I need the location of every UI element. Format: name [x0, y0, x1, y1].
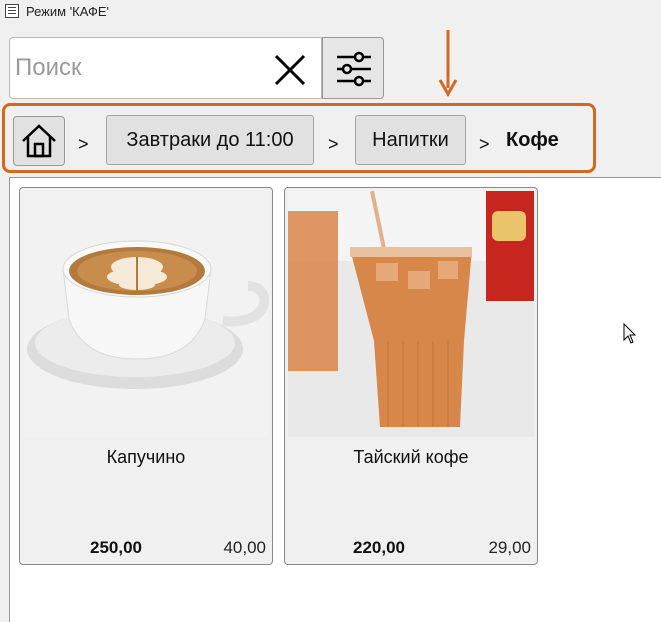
filter-button[interactable] [322, 37, 384, 99]
app-icon [5, 4, 19, 18]
search-input[interactable] [15, 48, 267, 88]
sliders-icon [337, 51, 371, 87]
product-price: 250,00 [90, 538, 142, 557]
breadcrumb-item-breakfasts[interactable]: Завтраки до 11:00 [106, 115, 314, 165]
breadcrumb-separator: > [479, 134, 490, 154]
home-button[interactable] [13, 116, 65, 166]
annotation-arrow [438, 30, 458, 98]
product-name: Капучино [106, 447, 186, 467]
product-card-cappuccino[interactable]: Капучино 250,00 40,00 [19, 187, 273, 565]
close-icon [274, 54, 306, 86]
cappuccino-image [23, 191, 269, 437]
mouse-cursor-icon [623, 323, 637, 344]
window-title: Режим 'КАФЕ' [26, 4, 110, 19]
product-card-thai-coffee[interactable]: Тайский кофе 220,00 29,00 [284, 187, 538, 565]
breadcrumb: > Завтраки до 11:00 > Напитки > Кофе [2, 103, 596, 173]
breadcrumb-separator: > [328, 134, 339, 154]
breadcrumb-item-drinks[interactable]: Напитки [355, 115, 466, 165]
product-secondary-value: 29,00 [488, 538, 531, 557]
title-bar: Режим 'КАФЕ' [0, 0, 661, 26]
home-icon [22, 124, 56, 158]
products-panel: Капучино 250,00 40,00 Тайский кофе 220,0… [9, 177, 661, 622]
breadcrumb-current: Кофе [506, 129, 559, 151]
thai-coffee-image [288, 191, 534, 437]
breadcrumb-separator: > [78, 134, 89, 154]
product-price: 220,00 [353, 538, 405, 557]
clear-search-button[interactable] [272, 52, 308, 88]
product-secondary-value: 40,00 [223, 538, 266, 557]
search-box[interactable] [9, 37, 322, 99]
product-name: Тайский кофе [353, 447, 469, 467]
